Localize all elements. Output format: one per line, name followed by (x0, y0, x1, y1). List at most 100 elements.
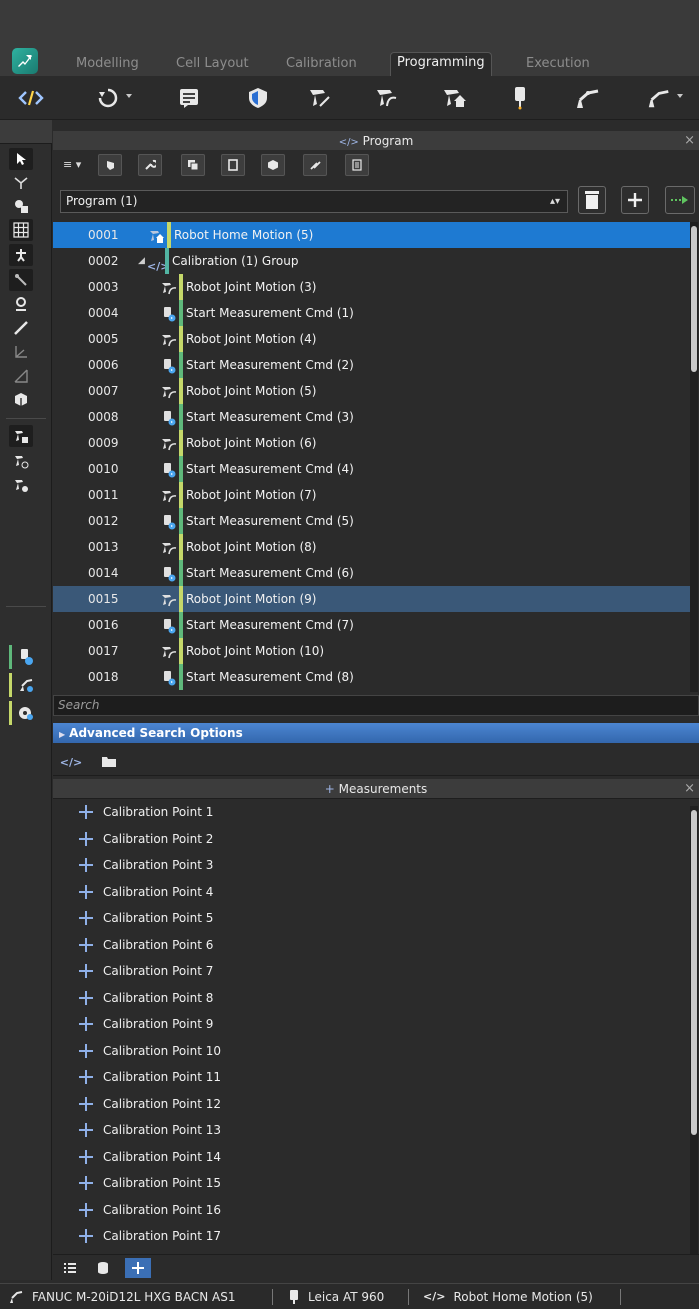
parts-icon[interactable] (9, 195, 33, 217)
step-type-stripe (179, 456, 183, 482)
shield-icon[interactable] (244, 84, 272, 112)
robot-lock-icon[interactable] (9, 425, 33, 447)
program-step-row[interactable]: 0004 Start Measurement Cmd (1) (53, 300, 690, 326)
program-select[interactable]: Program (1) ▴▾ (60, 190, 568, 213)
run-program-button[interactable] (665, 186, 695, 214)
program-step-row[interactable]: 0015 Robot Joint Motion (9) (53, 586, 690, 612)
robot-home-motion-icon[interactable] (440, 84, 468, 112)
transform-icon[interactable] (9, 365, 33, 387)
program-step-row[interactable]: 0009 Robot Joint Motion (6) (53, 430, 690, 456)
robot-linear-motion-icon[interactable] (305, 84, 333, 112)
measurement-item-label: Calibration Point 9 (103, 1017, 214, 1031)
measurement-item[interactable]: Calibration Point 4 (53, 880, 690, 904)
tab-programming[interactable]: Programming (390, 52, 492, 76)
measurement-item-label: Calibration Point 12 (103, 1096, 221, 1111)
robot-tool-icon[interactable] (9, 269, 33, 291)
refresh-dropdown-icon[interactable] (94, 84, 132, 112)
measurement-item[interactable]: Calibration Point 12 (53, 1092, 690, 1116)
measurement-item[interactable]: Calibration Point 8 (53, 986, 690, 1010)
paste-icon[interactable] (221, 154, 245, 176)
robot-arm-dropdown-icon[interactable] (645, 84, 683, 112)
measurement-item[interactable]: Calibration Point 13 (53, 1118, 690, 1142)
search-input[interactable]: Search (53, 695, 699, 716)
program-step-row[interactable]: 0005 Robot Joint Motion (4) (53, 326, 690, 352)
program-step-row[interactable]: 0017 Robot Joint Motion (10) (53, 638, 690, 664)
measurement-cmd-icon[interactable] (14, 646, 38, 668)
disc-settings-icon[interactable] (14, 702, 38, 724)
measurement-item[interactable]: Calibration Point 1 (53, 800, 690, 824)
program-step-row[interactable]: 0011 Robot Joint Motion (7) (53, 482, 690, 508)
probe-icon[interactable] (506, 84, 534, 112)
clear-icon[interactable] (303, 154, 327, 176)
pointer-icon[interactable] (9, 148, 33, 170)
axes-icon[interactable] (9, 341, 33, 363)
database-icon[interactable] (90, 1258, 116, 1278)
tab-modelling[interactable]: Modelling (70, 54, 145, 76)
calibration-point-icon (77, 1174, 95, 1192)
measurement-item[interactable]: Calibration Point 15 (53, 1171, 690, 1195)
close-icon[interactable]: × (684, 131, 695, 151)
measurement-item[interactable]: Calibration Point 11 (53, 1065, 690, 1089)
tab-execution[interactable]: Execution (520, 54, 596, 76)
code-icon[interactable] (17, 84, 45, 112)
wrench-icon[interactable] (138, 154, 162, 176)
robot-view-icon[interactable] (9, 474, 33, 496)
program-step-row[interactable]: 0006 Start Measurement Cmd (2) (53, 352, 690, 378)
program-list-scrollbar[interactable] (690, 222, 698, 692)
program-step-row[interactable]: 0013 Robot Joint Motion (8) (53, 534, 690, 560)
program-step-row[interactable]: 0007 Robot Joint Motion (5) (53, 378, 690, 404)
program-step-row[interactable]: 0012 Start Measurement Cmd (5) (53, 508, 690, 534)
robot-target-icon[interactable] (9, 450, 33, 472)
hand-pick-icon[interactable] (98, 154, 122, 176)
measurement-item[interactable]: Calibration Point 7 (53, 959, 690, 983)
delete-program-button[interactable] (578, 186, 606, 214)
tab-calibration[interactable]: Calibration (280, 54, 363, 76)
location-icon[interactable] (9, 293, 33, 315)
measurement-item[interactable]: Calibration Point 3 (53, 853, 690, 877)
measurement-item[interactable]: Calibration Point 5 (53, 906, 690, 930)
code-icon[interactable]: </> (59, 752, 83, 772)
frame-icon[interactable] (9, 172, 33, 194)
measurement-item[interactable]: Calibration Point 14 (53, 1145, 690, 1169)
scrollbar-thumb[interactable] (691, 810, 697, 1135)
step-type-stripe (179, 274, 183, 300)
list-icon[interactable] (57, 1258, 83, 1278)
measurement-item[interactable]: Calibration Point 9 (53, 1012, 690, 1036)
measure-line-icon[interactable] (9, 317, 33, 339)
expand-triangle-icon[interactable]: ◢ (138, 248, 145, 274)
measurement-item[interactable]: Calibration Point 17 (53, 1224, 690, 1248)
add-program-button[interactable] (621, 186, 649, 214)
program-step-row[interactable]: 0008 Start Measurement Cmd (3) (53, 404, 690, 430)
measurements-list-scrollbar[interactable] (690, 806, 698, 1254)
robot-joint-motion-icon[interactable] (372, 84, 400, 112)
robot-pick-icon[interactable] (9, 244, 33, 266)
measurement-item[interactable]: Calibration Point 16 (53, 1198, 690, 1222)
scrollbar-thumb[interactable] (691, 226, 697, 372)
measurement-item[interactable]: Calibration Point 10 (53, 1039, 690, 1063)
grid-icon[interactable] (9, 219, 33, 241)
tab-cell-layout[interactable]: Cell Layout (170, 54, 255, 76)
plus-icon[interactable] (125, 1258, 151, 1278)
measurement-item[interactable]: Calibration Point 2 (53, 827, 690, 851)
program-step-row[interactable]: 0016 Start Measurement Cmd (7) (53, 612, 690, 638)
list-view-icon[interactable] (345, 154, 369, 176)
robot-arm-icon[interactable] (574, 84, 602, 112)
program-step-row[interactable]: 0014 Start Measurement Cmd (6) (53, 560, 690, 586)
program-step-row[interactable]: 0003 Robot Joint Motion (3) (53, 274, 690, 300)
program-step-row[interactable]: 0010 Start Measurement Cmd (4) (53, 456, 690, 482)
menu-dropdown-icon[interactable]: ≡ ▾ (63, 158, 81, 171)
cube-icon[interactable] (261, 154, 285, 176)
advanced-search-options-bar[interactable]: ▶ Advanced Search Options (53, 723, 699, 743)
notes-icon[interactable] (175, 84, 203, 112)
program-step-row[interactable]: 0018 Start Measurement Cmd (8) (53, 664, 690, 690)
step-type-stripe (179, 300, 183, 326)
folder-icon[interactable] (97, 752, 121, 772)
copy-icon[interactable] (181, 154, 205, 176)
measurement-item[interactable]: Calibration Point 6 (53, 933, 690, 957)
close-icon[interactable]: × (684, 779, 695, 799)
program-step-row[interactable]: 0001 Robot Home Motion (5) (53, 222, 690, 248)
robot-motion-icon[interactable] (14, 674, 38, 696)
scene-objects-icon[interactable] (9, 389, 33, 411)
program-step-row[interactable]: 0002 ◢ </> Calibration (1) Group (53, 248, 690, 274)
robot-joint-motion-icon (161, 435, 177, 451)
